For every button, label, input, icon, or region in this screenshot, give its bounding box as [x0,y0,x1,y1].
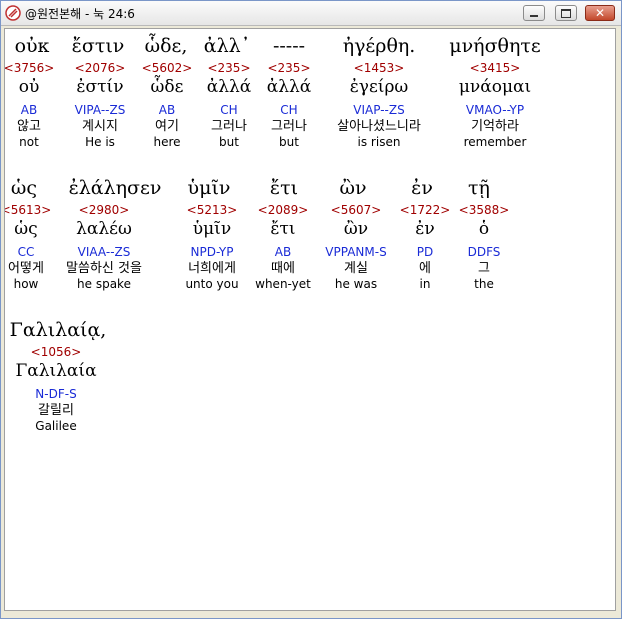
maximize-button[interactable] [555,5,577,21]
parse-code: VIAP--ZS [353,103,405,117]
parse-code: DDFS [467,245,501,259]
english-gloss: remember [463,135,527,149]
word-cell[interactable]: μνήσθητε <3415> μνάομαι VMAO--YP 기억하라 remembe… [435,34,555,150]
english-gloss: is risen [357,135,401,149]
parse-code: VIAA--ZS [77,245,131,259]
word-cell[interactable]: Γαλιλαίᾳ, <1056> Γαλιλαία N-DF-S 갈릴리 Galilee [5,318,116,434]
close-icon: ✕ [594,6,606,20]
word-cell[interactable]: τῇ <3588> ὁ DDFS 그 the [424,176,544,292]
strong-number: <2980> [78,203,130,217]
korean-gloss: 갈릴리 [38,403,74,418]
lemma-word: μνάομαι [458,77,532,97]
lemma-word: λαλέω [76,219,132,239]
minimize-icon [530,15,538,17]
english-gloss: he spake [77,277,131,291]
strong-number: <3415> [469,61,521,75]
window-border-right [617,28,620,611]
window-title: @원전본해 - 눅 24:6 [25,7,135,21]
parse-code: N-DF-S [35,387,77,401]
minimize-button[interactable] [523,5,545,21]
greek-word: ἠγέρθη. [342,35,416,57]
lemma-word: Γαλιλαία [15,361,97,381]
word-cell[interactable]: ἐλάλησεν <2980> λαλέω VIAA--ZS 말씀하신 것을 he spa… [44,176,164,292]
korean-gloss: 말씀하신 것을 [66,261,142,276]
app-window: @원전본해 - 눅 24:6 ✕ οὐκ <3756> οὐ AB 않고 not ἔστιν… [0,0,622,619]
strong-number: <1056> [30,345,82,359]
english-gloss: the [474,277,494,291]
greek-word: Γαλιλαίᾳ, [9,319,107,341]
lemma-word: ἐγείρω [349,77,409,97]
korean-gloss: 살아나셨느니라 [337,119,421,134]
parse-code: VMAO--YP [465,103,525,117]
close-button[interactable]: ✕ [585,5,615,21]
strong-number: <3588> [458,203,510,217]
word-cell[interactable]: ἠγέρθη. <1453> ἐγείρω VIAP--ZS 살아나셨느니라 is ris… [319,34,439,150]
english-gloss: Galilee [35,419,77,433]
korean-gloss: 기억하라 [471,119,519,134]
strong-number: <1453> [353,61,405,75]
korean-gloss: 그 [478,261,490,276]
app-icon [5,5,21,21]
lemma-word: ὁ [478,219,490,239]
greek-word: τῇ [468,177,490,199]
interlinear-view[interactable]: οὐκ <3756> οὐ AB 않고 not ἔστιν <2076> ἐστίν VIPA--… [4,28,616,611]
greek-word: μνήσθητε [449,35,541,57]
title-bar[interactable]: @원전본해 - 눅 24:6 ✕ [1,1,621,26]
maximize-icon [561,8,571,18]
